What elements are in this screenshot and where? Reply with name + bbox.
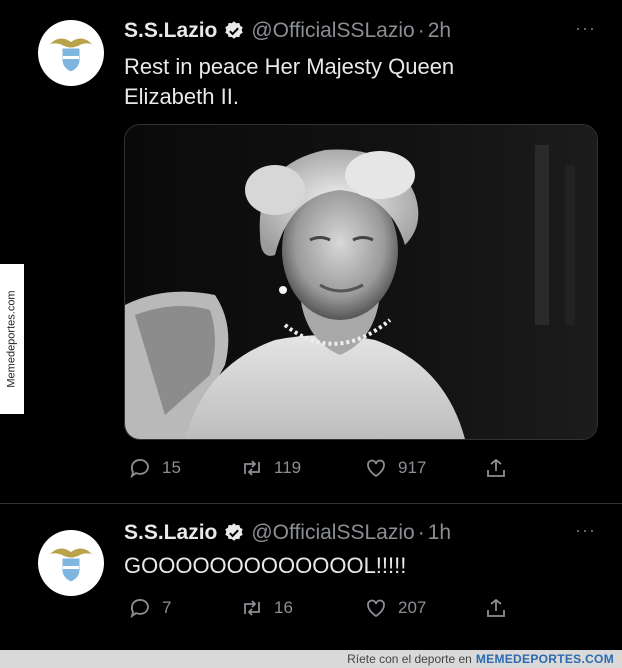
tweet-actions: 15 119 917 <box>128 456 518 480</box>
tweet[interactable]: S.S.Lazio @OfficialSSLazio · 1h ··· GOOO… <box>0 504 622 650</box>
footer-watermark-brand[interactable]: MEMEDEPORTES.COM <box>476 652 614 666</box>
timestamp[interactable]: 2h <box>428 19 451 43</box>
lazio-logo-icon <box>50 548 92 583</box>
verified-badge-icon <box>225 21 244 39</box>
reply-count: 15 <box>162 458 181 477</box>
like-count: 207 <box>398 598 427 617</box>
heart-icon <box>367 459 385 478</box>
tweet-text-line: GOOOOOOOOOOOOOL!!!!! <box>124 553 407 578</box>
footer-watermark-text: Ríete con el deporte en <box>347 652 472 666</box>
reply-button[interactable]: 7 <box>128 596 240 620</box>
verified-badge-icon <box>225 523 244 541</box>
reply-icon <box>130 599 149 619</box>
tweet-text: Rest in peace Her Majesty Queen Elizabet… <box>124 52 584 112</box>
like-button[interactable]: 207 <box>364 596 484 620</box>
share-button[interactable] <box>484 456 518 480</box>
retweet-count: 119 <box>274 458 302 477</box>
share-icon <box>487 458 505 477</box>
retweet-count: 16 <box>274 598 293 617</box>
separator-dot: · <box>417 521 425 544</box>
reply-icon <box>130 459 149 479</box>
reply-count: 7 <box>162 598 172 617</box>
tweet-photo[interactable] <box>124 124 598 440</box>
side-watermark-text: Memedeportes.com <box>6 290 18 388</box>
footer-watermark: Ríete con el deporte en MEMEDEPORTES.COM <box>0 650 622 668</box>
lazio-logo-icon <box>50 38 92 73</box>
avatar[interactable] <box>38 530 104 596</box>
more-options-icon[interactable]: ··· <box>575 520 596 541</box>
author-handle[interactable]: @OfficialSSLazio <box>251 521 414 545</box>
timestamp[interactable]: 1h <box>428 521 451 545</box>
tweet-header: S.S.Lazio @OfficialSSLazio · 2h <box>124 19 451 43</box>
share-icon <box>487 598 505 617</box>
heart-icon <box>367 599 385 618</box>
tweet-text-line: Rest in peace Her Majesty Queen <box>124 54 455 79</box>
share-button[interactable] <box>484 596 518 620</box>
side-watermark: Memedeportes.com <box>0 264 24 414</box>
reply-button[interactable]: 15 <box>128 456 240 480</box>
retweet-button[interactable]: 16 <box>240 596 364 620</box>
tweet-text-line: Elizabeth II. <box>124 84 239 109</box>
author-handle[interactable]: @OfficialSSLazio <box>251 19 414 43</box>
like-count: 917 <box>398 458 427 477</box>
tweet-header: S.S.Lazio @OfficialSSLazio · 1h <box>124 521 451 545</box>
separator-dot: · <box>417 19 425 42</box>
like-button[interactable]: 917 <box>364 456 484 480</box>
author-name[interactable]: S.S.Lazio <box>124 521 217 545</box>
tweet-actions: 7 16 207 <box>128 596 518 620</box>
tweet[interactable]: S.S.Lazio @OfficialSSLazio · 2h ··· Rest… <box>0 0 622 503</box>
retweet-icon <box>244 460 260 476</box>
retweet-icon <box>244 600 260 616</box>
author-name[interactable]: S.S.Lazio <box>124 19 217 43</box>
tweet-text: GOOOOOOOOOOOOOL!!!!! <box>124 551 584 581</box>
queen-portrait-image <box>125 125 597 439</box>
more-options-icon[interactable]: ··· <box>575 18 596 39</box>
retweet-button[interactable]: 119 <box>240 456 364 480</box>
avatar[interactable] <box>38 20 104 86</box>
